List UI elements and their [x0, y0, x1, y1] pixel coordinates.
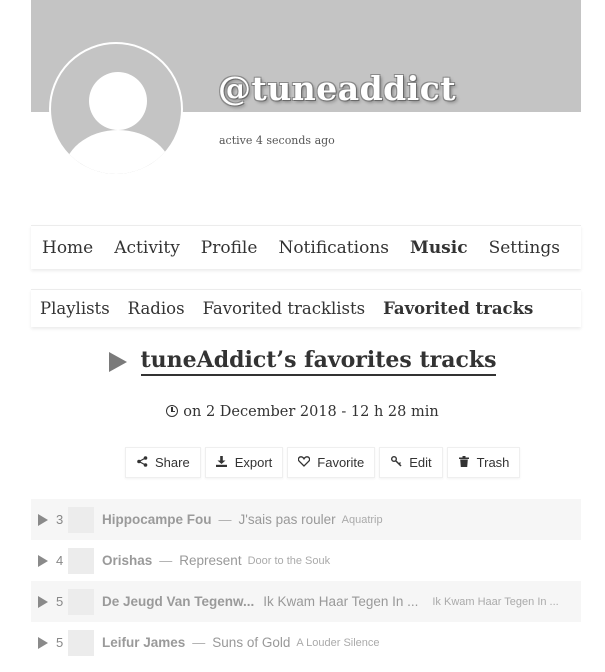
- tracklist-header: tuneAddict’s favorites tracks: [0, 347, 605, 376]
- track-title[interactable]: Ik Kwam Haar Tegen In ...: [263, 594, 418, 609]
- track-artist[interactable]: Leifur James: [102, 635, 185, 650]
- track-thumbnail: [68, 506, 94, 533]
- share-icon: [136, 455, 148, 470]
- share-label: Share: [155, 455, 190, 470]
- play-icon[interactable]: [38, 595, 48, 608]
- trash-label: Trash: [476, 455, 510, 470]
- tracklist-actions: Share Export Favorite Edit Trash: [125, 447, 524, 478]
- favorite-label: Favorite: [317, 455, 365, 470]
- track-album: A Louder Silence: [296, 636, 380, 649]
- play-icon[interactable]: [108, 351, 127, 372]
- main-nav: Home Activity Profile Notifications Musi…: [31, 225, 581, 269]
- subnav-item-radios[interactable]: Radios: [128, 299, 185, 318]
- favorite-button[interactable]: Favorite: [287, 447, 376, 478]
- download-icon: [216, 455, 228, 470]
- play-icon[interactable]: [38, 636, 48, 649]
- music-subnav: Playlists Radios Favorited tracklists Fa…: [31, 289, 581, 327]
- track-artist[interactable]: De Jeugd Van Tegenw...: [102, 594, 254, 609]
- export-label: Export: [234, 455, 273, 470]
- active-status: active 4 seconds ago: [219, 134, 335, 147]
- avatar-body-shape: [63, 130, 173, 174]
- track-number: 3: [56, 512, 64, 527]
- separator: —: [192, 635, 206, 650]
- key-icon: [390, 455, 402, 470]
- track-title[interactable]: J'sais pas rouler: [239, 512, 336, 527]
- trash-button[interactable]: Trash: [446, 447, 521, 478]
- play-icon[interactable]: [38, 513, 48, 526]
- edit-button[interactable]: Edit: [379, 447, 443, 478]
- track-artist[interactable]: Hippocampe Fou: [102, 512, 212, 527]
- tracklist-date-row: on 2 December 2018 - 12 h 28 min: [0, 404, 605, 420]
- subnav-item-playlists[interactable]: Playlists: [40, 299, 110, 318]
- nav-item-profile[interactable]: Profile: [201, 238, 258, 258]
- avatar[interactable]: [49, 42, 183, 176]
- nav-item-settings[interactable]: Settings: [489, 238, 560, 258]
- track-thumbnail: [68, 629, 94, 656]
- separator: —: [159, 553, 173, 568]
- tracklist-date: on 2 December 2018 - 12 h 28 min: [183, 404, 439, 420]
- nav-item-notifications[interactable]: Notifications: [278, 238, 389, 258]
- track-row[interactable]: 5 De Jeugd Van Tegenw... Ik Kwam Haar Te…: [31, 581, 581, 622]
- track-number: 5: [56, 635, 64, 650]
- export-button[interactable]: Export: [204, 447, 284, 478]
- track-number: 4: [56, 553, 64, 568]
- clock-icon: [166, 405, 179, 417]
- share-button[interactable]: Share: [125, 447, 201, 478]
- nav-item-music[interactable]: Music: [410, 238, 468, 258]
- track-row[interactable]: 3 Hippocampe Fou — J'sais pas rouler Aqu…: [31, 499, 581, 540]
- track-list: 3 Hippocampe Fou — J'sais pas rouler Aqu…: [31, 499, 581, 663]
- track-number: 5: [56, 594, 64, 609]
- track-album: Aquatrip: [341, 513, 383, 526]
- separator: —: [218, 512, 232, 527]
- play-icon[interactable]: [38, 554, 48, 567]
- tracklist-title[interactable]: tuneAddict’s favorites tracks: [140, 347, 497, 376]
- avatar-head-shape: [89, 72, 147, 130]
- edit-label: Edit: [409, 455, 432, 470]
- track-album: Ik Kwam Haar Tegen In ...: [432, 595, 559, 608]
- track-album: Door to the Souk: [247, 554, 331, 567]
- track-title[interactable]: Represent: [179, 553, 241, 568]
- track-artist[interactable]: Orishas: [102, 553, 152, 568]
- nav-item-activity[interactable]: Activity: [114, 238, 180, 258]
- track-row[interactable]: 4 Orishas — Represent Door to the Souk: [31, 540, 581, 581]
- subnav-item-favorited-tracks[interactable]: Favorited tracks: [383, 299, 533, 318]
- track-row[interactable]: 5 Leifur James — Suns of Gold A Louder S…: [31, 622, 581, 663]
- track-thumbnail: [68, 588, 94, 615]
- heart-icon: [298, 455, 311, 470]
- nav-item-home[interactable]: Home: [42, 238, 93, 258]
- subnav-item-favorited-tracklists[interactable]: Favorited tracklists: [203, 299, 366, 318]
- trash-icon: [458, 455, 470, 470]
- track-title[interactable]: Suns of Gold: [212, 635, 290, 650]
- username: @tuneaddict: [218, 69, 457, 108]
- track-thumbnail: [68, 547, 94, 574]
